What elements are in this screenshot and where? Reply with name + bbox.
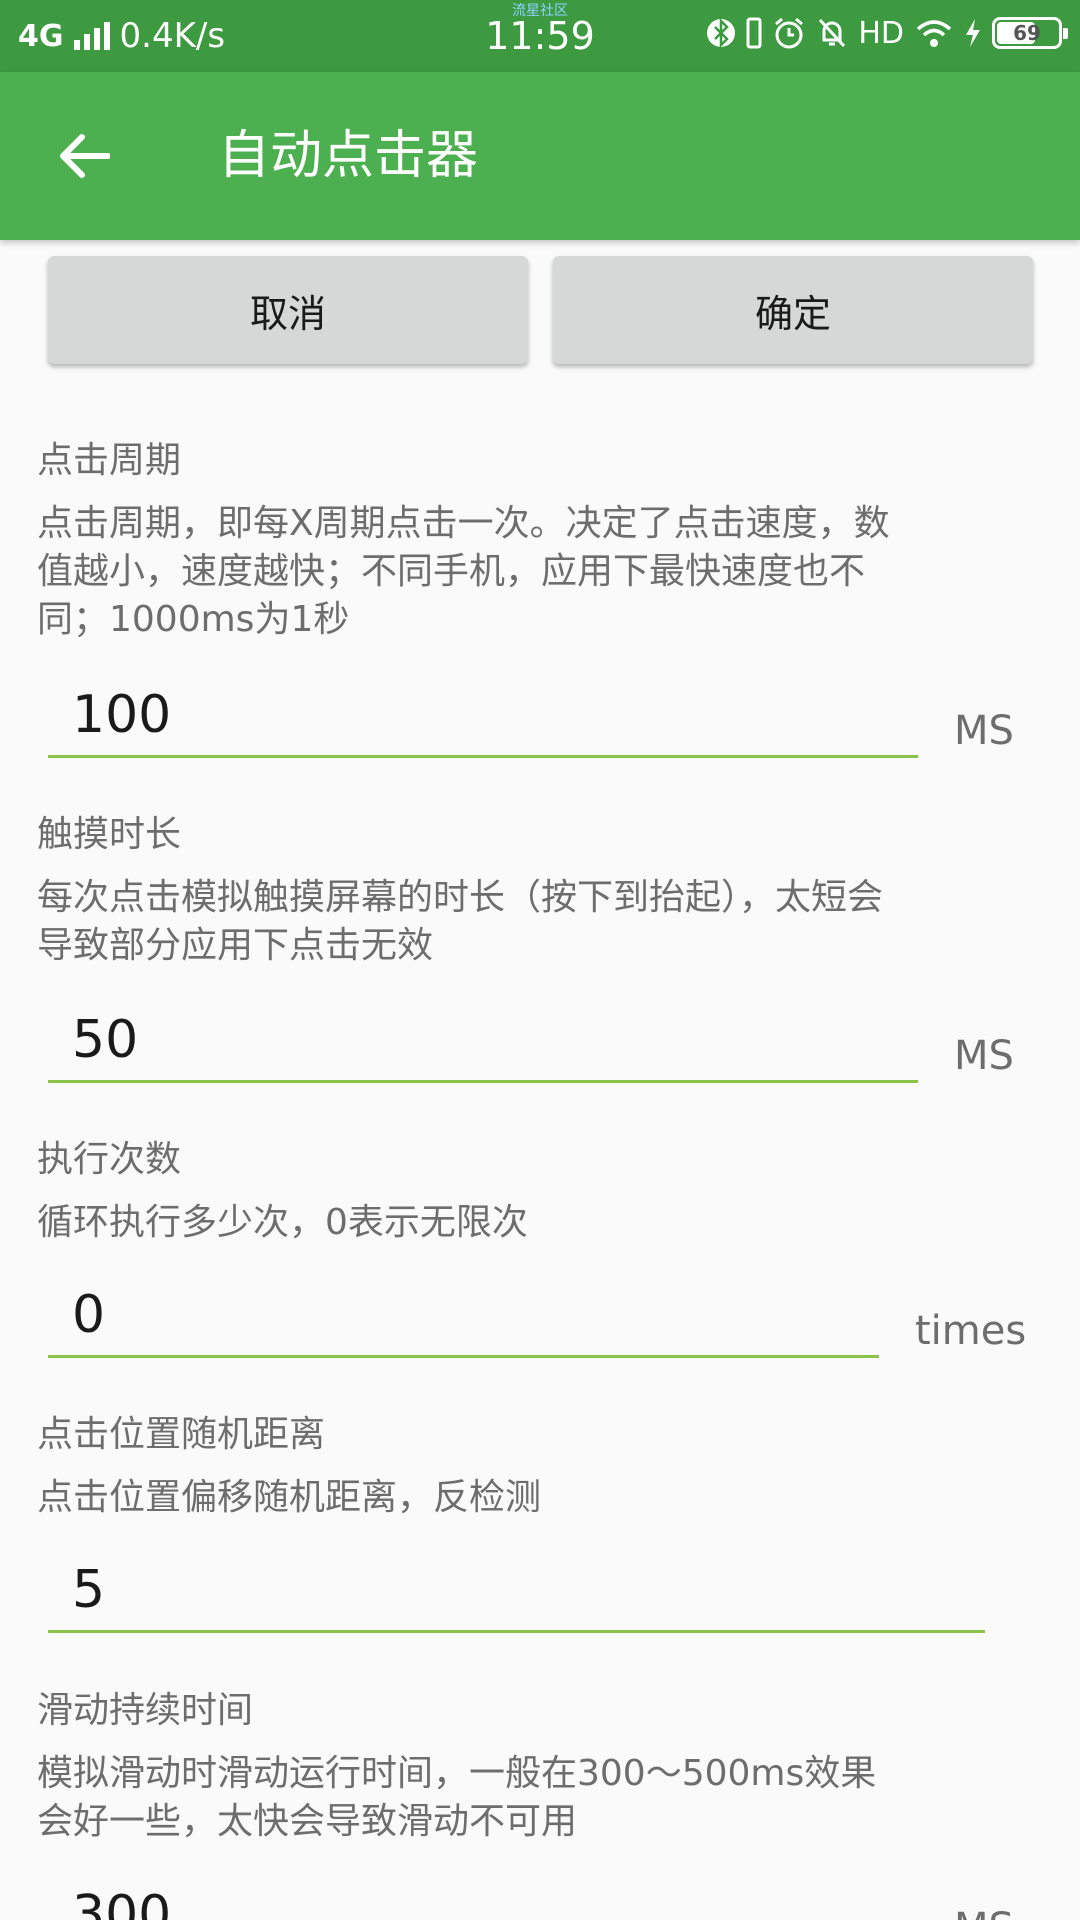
input-value: 50 xyxy=(72,1010,139,1070)
description-line: 值越小，速度越快；不同手机，应用下最快速度也不 xyxy=(37,551,866,592)
hd-label: HD xyxy=(858,15,904,51)
setting-repeat-count: 执行次数 循环执行多少次，0表示无限次 xyxy=(37,1135,1047,1247)
setting-description: 循环执行多少次，0表示无限次 xyxy=(37,1199,1047,1247)
setting-description: 点击位置偏移随机距离，反检测 xyxy=(37,1474,1047,1522)
unit-label: times xyxy=(915,1308,1027,1354)
confirm-button[interactable]: 确定 xyxy=(553,256,1033,364)
input-value: 300 xyxy=(72,1885,172,1920)
cancel-button[interactable]: 取消 xyxy=(48,256,528,364)
setting-title: 点击位置随机距离 xyxy=(37,1414,326,1455)
setting-description: 模拟滑动时滑动运行时间，一般在300～500ms效果 会好一些，太快会导致滑动不… xyxy=(37,1750,1047,1846)
input-value: 100 xyxy=(72,685,172,745)
description-line: 导致部分应用下点击无效 xyxy=(37,925,434,966)
page-title: 自动点击器 xyxy=(218,126,479,186)
description-line: 点击位置偏移随机距离，反检测 xyxy=(37,1477,542,1518)
battery-icon: 69 xyxy=(992,17,1068,49)
description-line: 模拟滑动时滑动运行时间，一般在300～500ms效果 xyxy=(37,1753,877,1794)
touch-duration-input[interactable]: 50 xyxy=(48,1005,918,1083)
setting-click-interval: 点击周期 点击周期，即每X周期点击一次。决定了点击速度，数 值越小，速度越快；不… xyxy=(37,436,1047,644)
vibrate-icon xyxy=(746,17,762,49)
unit-label: MS xyxy=(954,708,1014,754)
app-bar: 自动点击器 xyxy=(0,72,1080,240)
swipe-duration-input[interactable]: 300 xyxy=(48,1880,918,1920)
setting-touch-duration: 触摸时长 每次点击模拟触摸屏幕的时长（按下到抬起），太短会 导致部分应用下点击无… xyxy=(37,810,1047,970)
setting-description: 点击周期，即每X周期点击一次。决定了点击速度，数 值越小，速度越快；不同手机，应… xyxy=(37,500,1047,644)
input-value: 0 xyxy=(72,1285,106,1345)
setting-title: 滑动持续时间 xyxy=(37,1690,254,1731)
input-value: 5 xyxy=(72,1560,106,1620)
click-interval-input[interactable]: 100 xyxy=(48,680,918,758)
notification-off-icon xyxy=(819,18,846,48)
input-underline xyxy=(48,1630,985,1633)
battery-level: 69 xyxy=(1013,21,1041,45)
setting-random-offset: 点击位置随机距离 点击位置偏移随机距离，反检测 xyxy=(37,1410,1047,1522)
setting-description: 每次点击模拟触摸屏幕的时长（按下到抬起），太短会 导致部分应用下点击无效 xyxy=(37,874,1047,970)
charging-icon xyxy=(966,19,980,47)
input-underline xyxy=(48,1080,918,1083)
description-line: 点击周期，即每X周期点击一次。决定了点击速度，数 xyxy=(37,503,890,544)
setting-title: 触摸时长 xyxy=(37,814,182,855)
back-button[interactable] xyxy=(52,124,116,188)
random-offset-input[interactable]: 5 xyxy=(48,1555,985,1633)
description-line: 循环执行多少次，0表示无限次 xyxy=(37,1202,528,1243)
bluetooth-icon xyxy=(707,17,736,49)
repeat-count-input[interactable]: 0 xyxy=(48,1280,879,1358)
wifi-icon xyxy=(916,20,952,47)
unit-label: MS xyxy=(954,1033,1014,1079)
input-underline xyxy=(48,1355,879,1358)
unit-label: MS xyxy=(954,1905,1014,1920)
setting-swipe-duration: 滑动持续时间 模拟滑动时滑动运行时间，一般在300～500ms效果 会好一些，太… xyxy=(37,1686,1047,1846)
setting-title: 点击周期 xyxy=(37,440,182,481)
status-bar: 流星社区 4G 0.4K/s 11:59 HD 69 xyxy=(0,0,1080,72)
setting-title: 执行次数 xyxy=(37,1139,182,1180)
status-right: HD 69 xyxy=(706,15,1068,51)
arrow-left-icon xyxy=(60,134,110,178)
input-underline xyxy=(48,755,918,758)
alarm-icon xyxy=(775,17,804,49)
description-line: 同；1000ms为1秒 xyxy=(37,599,350,640)
description-line: 每次点击模拟触摸屏幕的时长（按下到抬起），太短会 xyxy=(37,877,884,918)
description-line: 会好一些，太快会导致滑动不可用 xyxy=(37,1801,578,1842)
